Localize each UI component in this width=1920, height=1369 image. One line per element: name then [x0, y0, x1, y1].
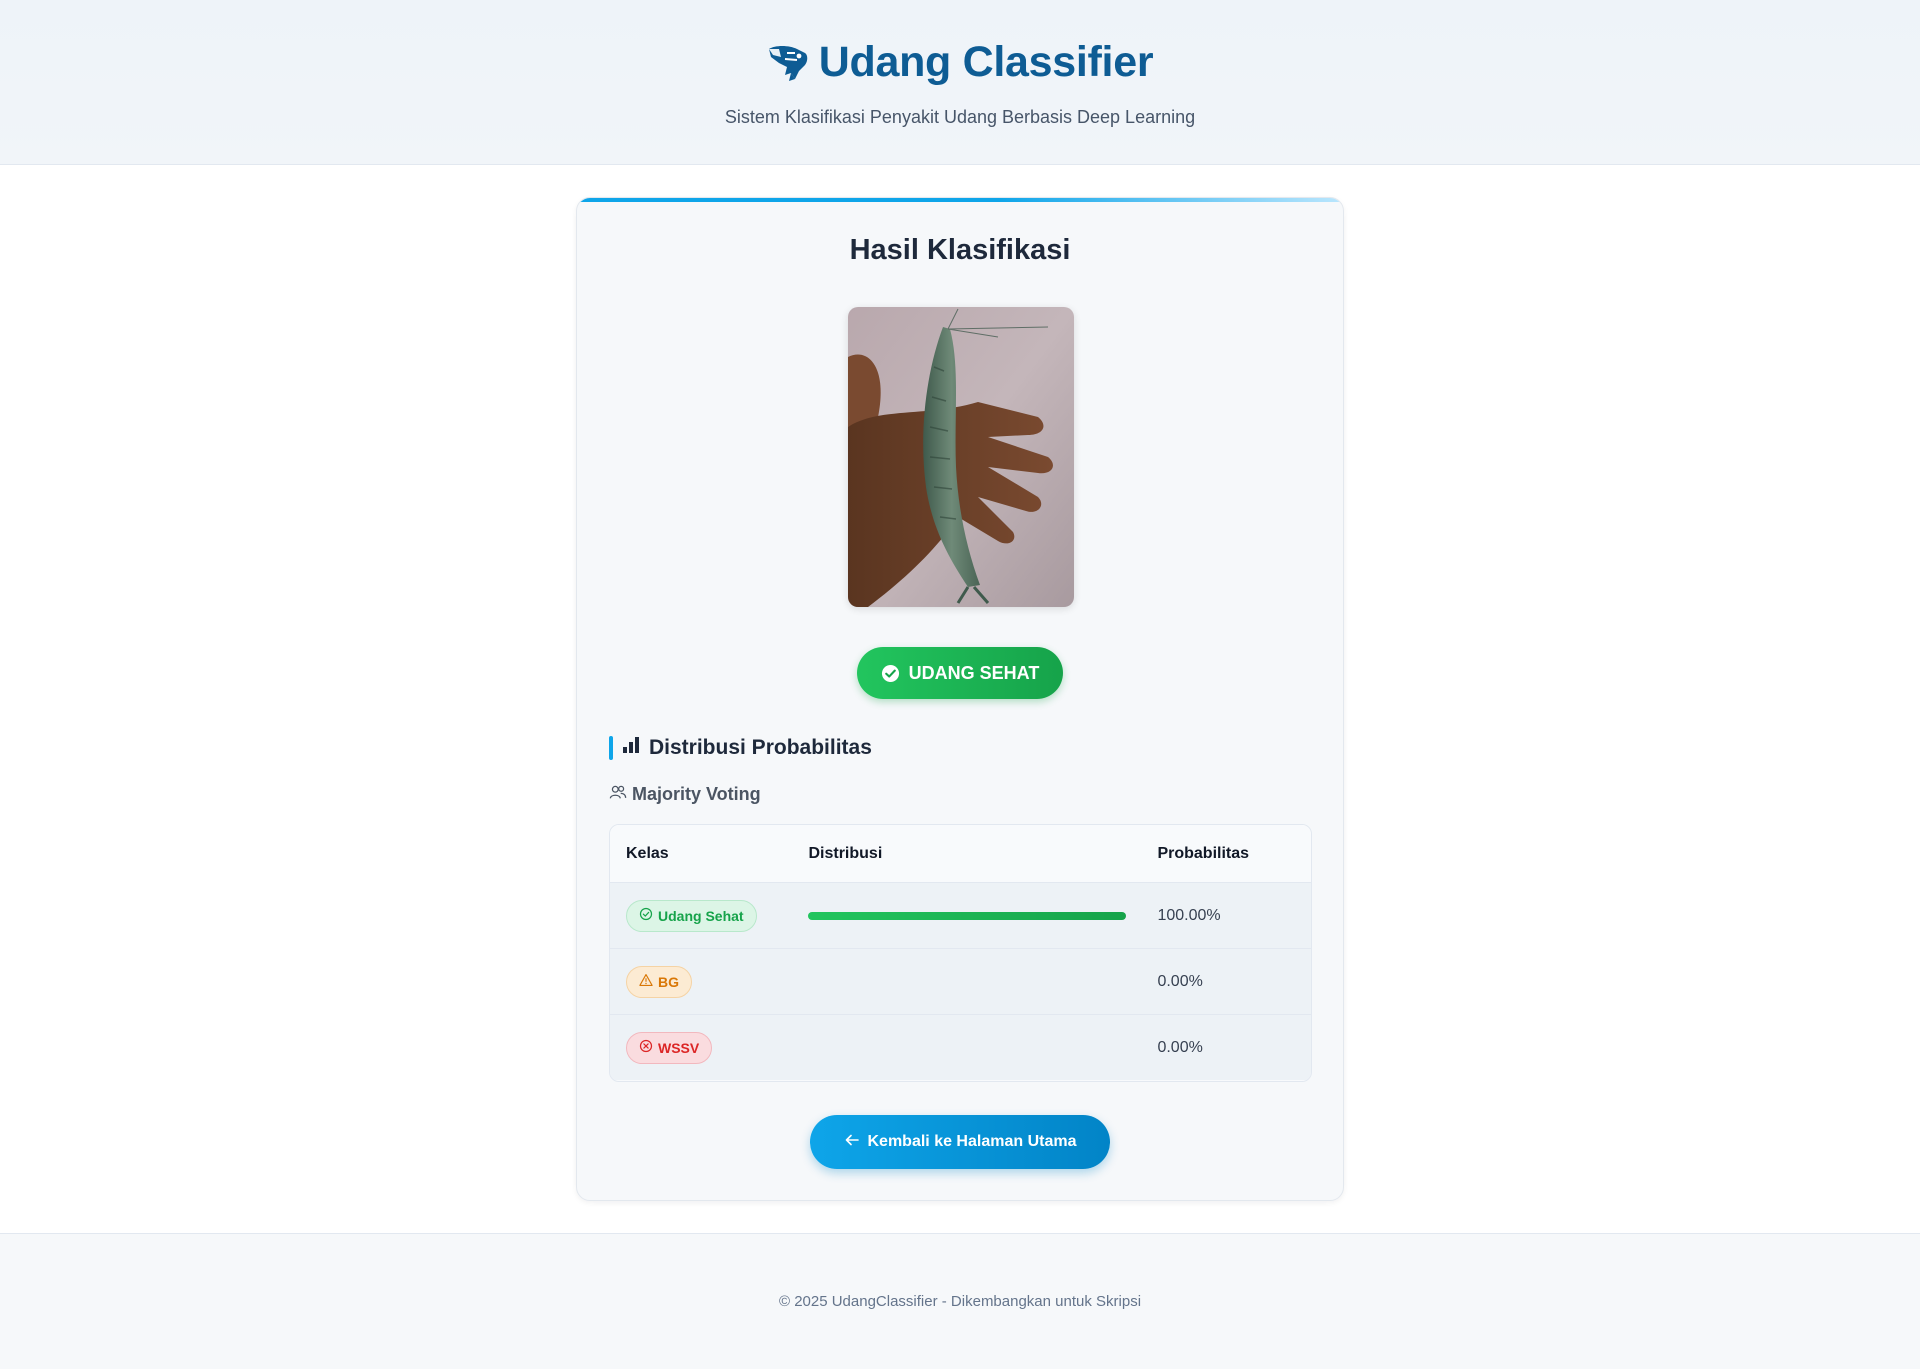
column-header-kelas: Kelas [626, 844, 669, 862]
result-card: Hasil Klasifikasi UDANG SEHAT Distribusi… [576, 197, 1344, 1201]
class-label: BG [658, 973, 679, 990]
app-title: Udang Classifier [818, 38, 1154, 86]
class-label: Udang Sehat [658, 907, 744, 924]
users-icon [609, 783, 627, 806]
class-badge-udang-sehat: Udang Sehat [626, 899, 757, 932]
table-row: Udang Sehat 100.00% [610, 883, 1311, 949]
probability-bar-fill [808, 911, 1127, 920]
result-title: Hasil Klasifikasi [849, 234, 1071, 266]
check-circle-icon [639, 907, 653, 924]
footer-text: © 2025 UdangClassifier - Dikembangkan un… [778, 1293, 1142, 1310]
heading-accent-bar [609, 735, 613, 760]
shrimp-icon [767, 43, 809, 83]
arrow-left-icon [844, 1132, 860, 1153]
probability-bar-track [808, 911, 1127, 920]
method-label: Majority Voting [632, 784, 761, 804]
probability-value: 100.00% [1157, 906, 1221, 924]
probability-table: Kelas Distribusi Probabilitas Udang Seha… [609, 824, 1312, 1082]
brand: Udang Classifier [0, 38, 1920, 87]
class-label: WSSV [658, 1039, 700, 1056]
column-header-distribusi: Distribusi [808, 844, 883, 862]
page-header: Udang Classifier Sistem Klasifikasi Peny… [0, 0, 1920, 165]
shrimp-photo [848, 307, 1074, 607]
card-accent-bar [577, 198, 1343, 202]
method-heading: Majority Voting [609, 783, 761, 806]
column-header-probabilitas: Probabilitas [1157, 844, 1250, 862]
warning-triangle-icon [639, 973, 653, 990]
prediction-label: UDANG SEHAT [908, 662, 1040, 683]
probability-value: 0.00% [1157, 1038, 1203, 1056]
prediction-badge: UDANG SEHAT [857, 647, 1063, 699]
back-to-home-button[interactable]: Kembali ke Halaman Utama [810, 1115, 1110, 1169]
distribution-title: Distribusi Probabilitas [649, 735, 872, 759]
distribution-heading: Distribusi Probabilitas [609, 735, 872, 760]
app-subtitle: Sistem Klasifikasi Penyakit Udang Berbas… [724, 107, 1196, 127]
table-header: Kelas Distribusi Probabilitas [610, 825, 1311, 883]
back-button-label: Kembali ke Halaman Utama [867, 1133, 1077, 1150]
x-circle-icon [639, 1039, 653, 1056]
probability-bar-track [808, 978, 1126, 986]
class-badge-wssv: WSSV [626, 1031, 713, 1064]
table-row: WSSV 0.00% [610, 1015, 1311, 1080]
class-badge-bg: BG [626, 965, 692, 998]
check-circle-icon [881, 664, 900, 683]
bar-chart-icon [621, 735, 641, 760]
probability-bar-track [808, 1044, 1126, 1052]
table-row: BG 0.00% [610, 949, 1311, 1015]
page-footer: © 2025 UdangClassifier - Dikembangkan un… [0, 1233, 1920, 1369]
probability-value: 0.00% [1157, 972, 1203, 990]
